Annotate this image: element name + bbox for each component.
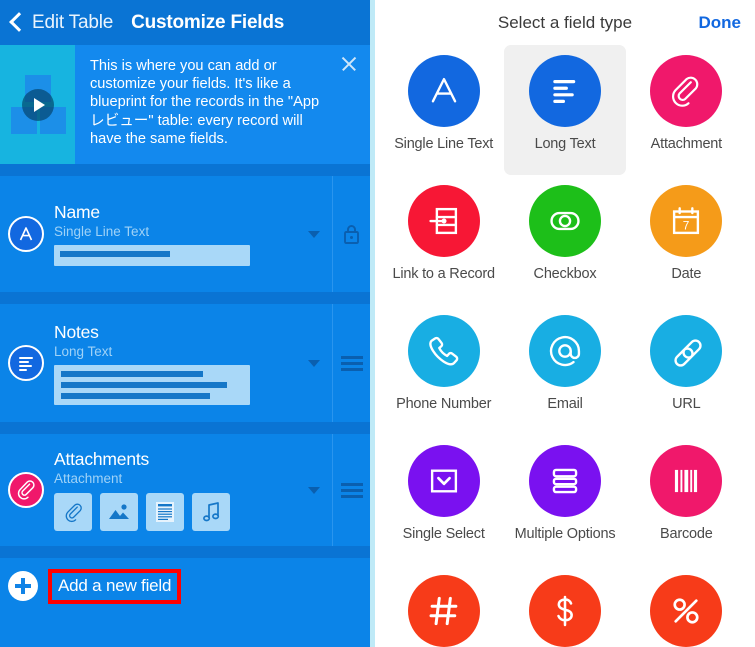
single-line-text-icon [8, 216, 44, 252]
field-type-label: Phone Number [396, 396, 492, 412]
field-row-attachments[interactable]: Attachments Attachment [0, 434, 370, 546]
phone-icon [407, 315, 480, 387]
fields-list-panel: Edit Table Customize Fields This is wher… [0, 0, 370, 647]
done-button[interactable]: Done [699, 13, 742, 33]
play-video-icon[interactable] [22, 89, 54, 121]
field-type-label: Barcode [660, 526, 713, 542]
field-row-trailing [332, 304, 370, 422]
promo-banner: This is where you can add or customize y… [0, 45, 370, 164]
field-type-label: Email [547, 396, 583, 412]
field-name-label: Attachments [54, 449, 150, 469]
add-new-field-label[interactable]: Add a new field [58, 576, 171, 595]
field-type-phone-number[interactable]: Phone Number [383, 305, 504, 435]
field-type-checkbox[interactable]: Checkbox [504, 175, 625, 305]
field-type-label: Attachment [54, 471, 123, 486]
chevron-down-icon[interactable] [308, 231, 320, 238]
add-new-field-highlight: Add a new field [48, 568, 182, 604]
field-type-attachment[interactable]: Attachment [626, 45, 747, 175]
field-row-trailing [332, 176, 370, 292]
field-type-grid: Single Line Text Long Text Attachment Link … [375, 45, 755, 647]
drag-handle-icon[interactable] [340, 482, 363, 498]
attachment-icon [8, 472, 44, 508]
row-divider [0, 546, 370, 558]
field-type-url[interactable]: URL [626, 305, 747, 435]
chevron-left-icon[interactable] [9, 12, 29, 32]
field-type-label: Checkbox [533, 266, 597, 282]
field-preview [54, 364, 250, 405]
field-type-label: Date [671, 266, 702, 282]
field-type-label: Long Text [54, 343, 113, 359]
svg-text:7: 7 [683, 219, 690, 233]
checkbox-toggle-icon [528, 185, 601, 257]
promo-text: This is where you can add or customize y… [90, 58, 320, 147]
row-divider [0, 422, 370, 434]
field-type-percent[interactable] [626, 565, 747, 647]
add-new-field-row[interactable]: Add a new field [0, 558, 370, 614]
hash-number-icon [407, 575, 480, 647]
document-icon[interactable] [146, 493, 184, 531]
barcode-icon [650, 445, 723, 517]
at-sign-icon [528, 315, 601, 387]
long-text-icon [8, 345, 44, 381]
percent-icon [650, 575, 723, 647]
field-row-name[interactable]: Name Single Line Text [0, 176, 370, 292]
dollar-currency-icon [528, 575, 601, 647]
paperclip-icon[interactable] [54, 493, 92, 531]
field-type-label: Long Text [534, 136, 596, 152]
chevron-down-icon[interactable] [308, 360, 320, 367]
field-name-label: Name [54, 202, 100, 222]
field-type-picker-panel: Select a field type Done Single Line Tex… [375, 0, 755, 647]
field-preview [54, 245, 250, 266]
close-icon[interactable] [338, 53, 360, 75]
attachment-icon [650, 55, 723, 127]
field-type-label: Multiple Options [514, 526, 616, 542]
image-icon[interactable] [100, 493, 138, 531]
stacked-bars-icon [528, 445, 601, 517]
field-type-label: URL [672, 396, 701, 412]
music-note-icon[interactable] [192, 493, 230, 531]
field-type-dollar-currency[interactable] [504, 565, 625, 647]
field-type-label: Attachment [650, 136, 723, 152]
picker-title: Select a field type [497, 12, 633, 32]
field-type-multiple-options[interactable]: Multiple Options [504, 435, 625, 565]
field-type-barcode[interactable]: Barcode [626, 435, 747, 565]
long-text-icon [528, 55, 601, 127]
field-type-label: Link to a Record [392, 266, 495, 282]
field-type-long-text[interactable]: Long Text [504, 45, 626, 175]
back-button-label[interactable]: Edit Table [32, 12, 113, 34]
field-row-notes[interactable]: Notes Long Text [0, 304, 370, 422]
field-name-label: Notes [54, 321, 99, 342]
lock-icon [344, 225, 359, 244]
field-type-label: Single Select [402, 526, 485, 542]
field-row-trailing [332, 434, 370, 546]
attachment-thumbnails [54, 493, 360, 531]
chevron-down-icon[interactable] [308, 487, 320, 494]
chain-link-icon [650, 315, 723, 387]
field-type-single-line-text[interactable]: Single Line Text [383, 45, 504, 175]
dropdown-box-icon [407, 445, 480, 517]
field-type-hash-number[interactable] [383, 565, 504, 647]
promo-video-thumbnail[interactable] [0, 45, 75, 164]
row-divider [0, 164, 370, 176]
link-record-icon [407, 185, 480, 257]
row-divider [0, 292, 370, 304]
drag-handle-icon[interactable] [340, 355, 363, 371]
navigation-bar: Edit Table Customize Fields [0, 0, 370, 45]
page-title: Customize Fields [131, 11, 285, 33]
field-type-label: Single Line Text [394, 136, 494, 152]
single-line-text-icon [407, 55, 480, 127]
field-type-single-select[interactable]: Single Select [383, 435, 504, 565]
field-type-date[interactable]: 7 Date [626, 175, 747, 305]
plus-icon[interactable] [8, 571, 38, 601]
calendar-icon: 7 [650, 185, 723, 257]
field-type-email[interactable]: Email [504, 305, 625, 435]
field-type-link-to-a-record[interactable]: Link to a Record [383, 175, 504, 305]
picker-header: Select a field type Done [375, 0, 755, 45]
customize-fields-screen: Edit Table Customize Fields This is wher… [0, 0, 755, 647]
